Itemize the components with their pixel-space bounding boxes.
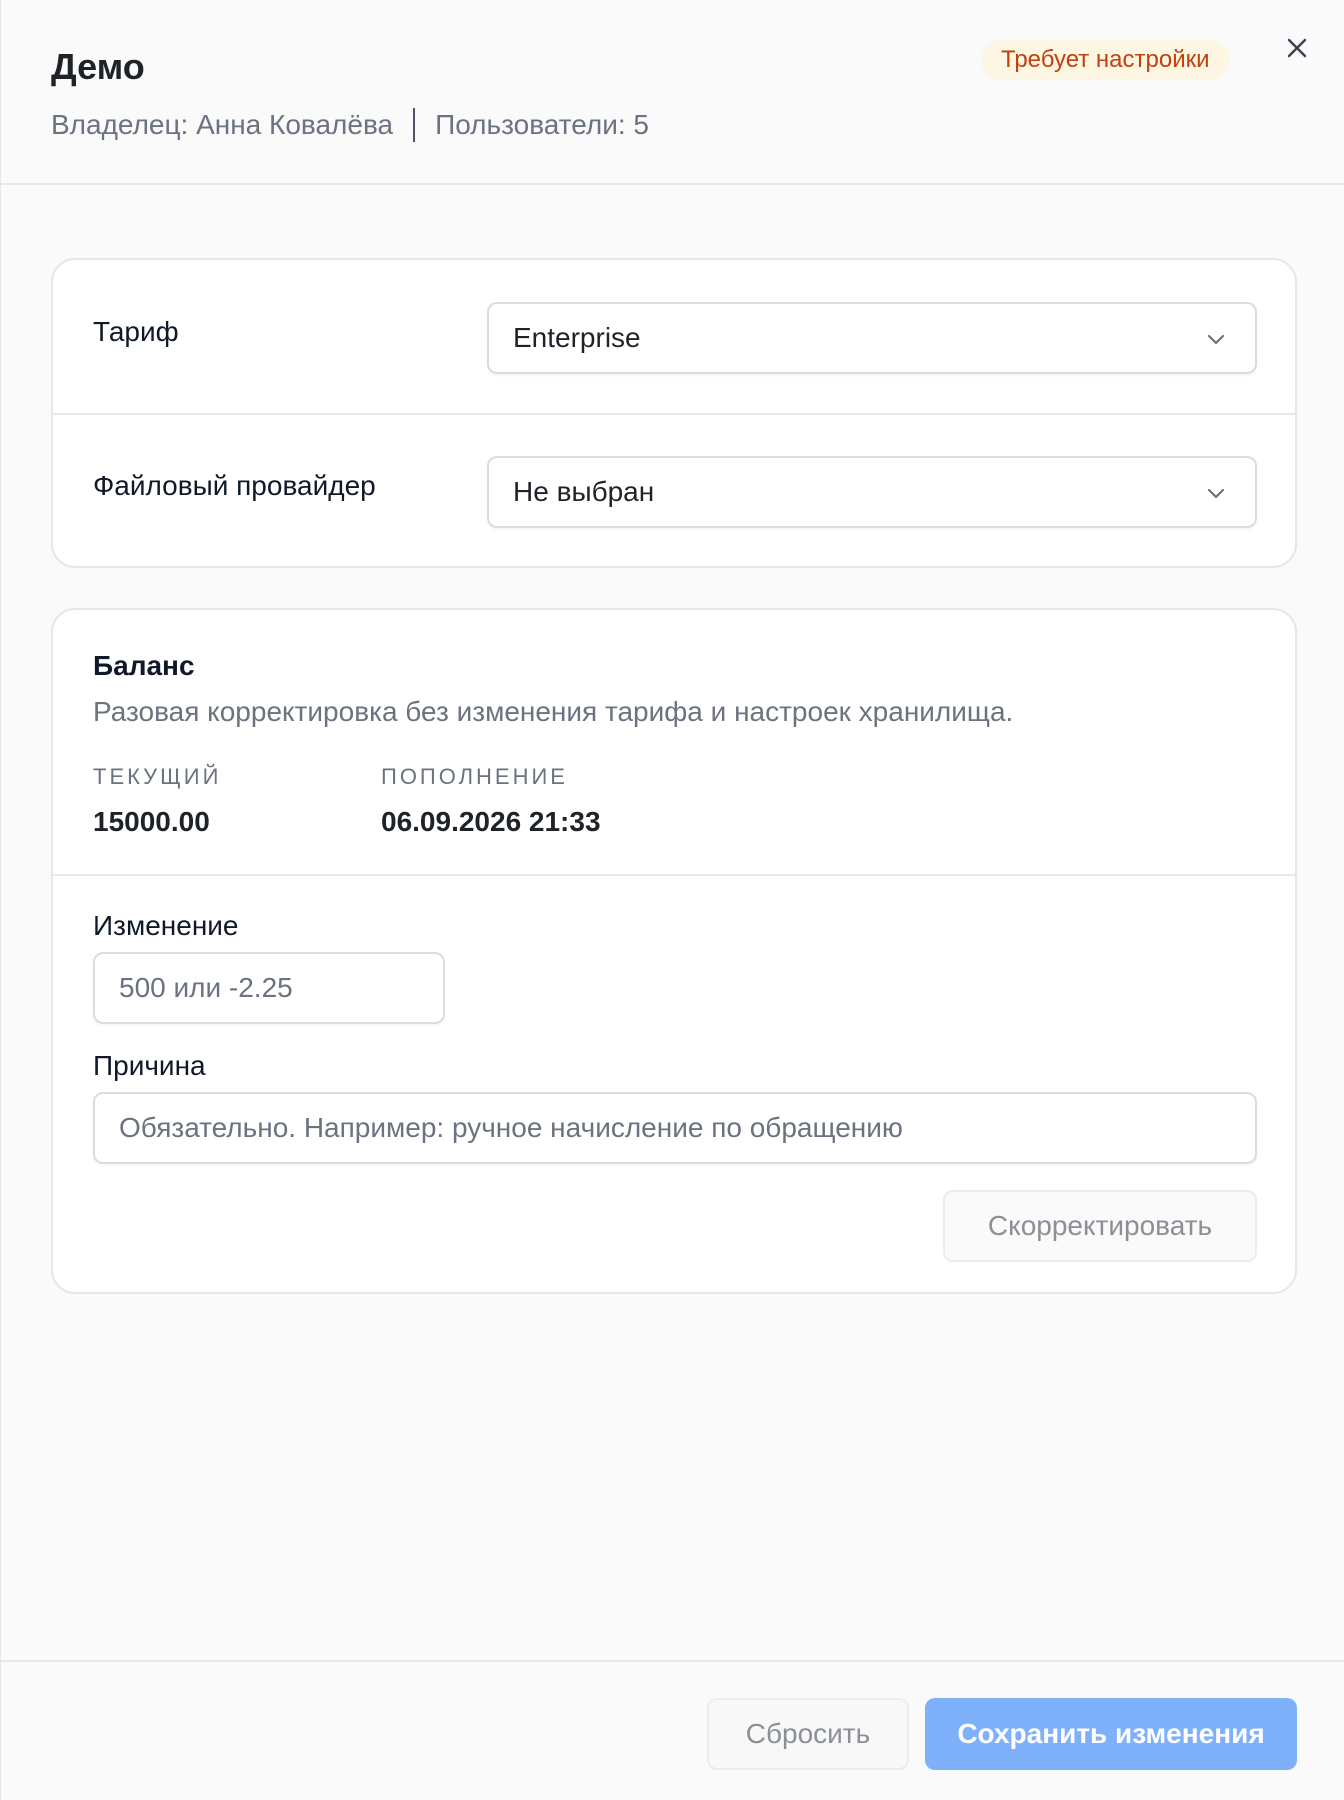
header-meta: Владелец: Анна Ковалёва Пользователи: 5 — [51, 108, 649, 142]
tariff-select[interactable]: Enterprise — [487, 302, 1257, 374]
reason-label: Причина — [93, 1050, 206, 1081]
tariff-select-value: Enterprise — [513, 322, 641, 353]
chevron-down-icon — [1207, 334, 1225, 345]
reason-input[interactable] — [93, 1092, 1257, 1164]
meta-divider — [413, 108, 416, 142]
adjust-balance-button[interactable]: Скорректировать — [943, 1190, 1257, 1262]
reset-button[interactable]: Сбросить — [707, 1698, 909, 1770]
topup-label: ПОПОЛНЕНИЕ — [381, 764, 568, 789]
tariff-label: Тариф — [93, 316, 179, 347]
current-balance-label: ТЕКУЩИЙ — [93, 764, 222, 789]
panel-footer: Сбросить Сохранить изменения — [1, 1660, 1344, 1800]
org-settings-panel: Демо Владелец: Анна Ковалёва Пользовател… — [0, 0, 1344, 1800]
current-balance-value: 15000.00 — [93, 806, 210, 837]
close-icon — [1287, 38, 1307, 58]
balance-card: Баланс Разовая корректировка без изменен… — [51, 608, 1297, 1294]
balance-description: Разовая корректировка без изменения тари… — [93, 696, 1014, 727]
status-badge: Требует настройки — [981, 40, 1230, 80]
balance-title: Баланс — [93, 650, 195, 681]
file-provider-select[interactable]: Не выбран — [487, 456, 1257, 528]
users-count: Пользователи: 5 — [435, 109, 649, 140]
change-label: Изменение — [93, 910, 239, 941]
owner-text: Владелец: Анна Ковалёва — [51, 109, 394, 140]
save-changes-button[interactable]: Сохранить изменения — [925, 1698, 1297, 1770]
plan-settings-card: Тариф Enterprise Файловый провайдер Не в… — [51, 258, 1297, 568]
panel-header: Демо Владелец: Анна Ковалёва Пользовател… — [1, 0, 1344, 185]
close-button[interactable] — [1281, 32, 1313, 64]
file-provider-select-value: Не выбран — [513, 476, 655, 507]
change-input[interactable] — [93, 952, 445, 1024]
chevron-down-icon — [1207, 488, 1225, 499]
file-provider-label: Файловый провайдер — [93, 470, 376, 501]
row-divider — [53, 413, 1295, 415]
page-title: Демо — [51, 46, 145, 87]
balance-divider — [53, 874, 1295, 876]
topup-value: 06.09.2026 21:33 — [381, 806, 601, 837]
